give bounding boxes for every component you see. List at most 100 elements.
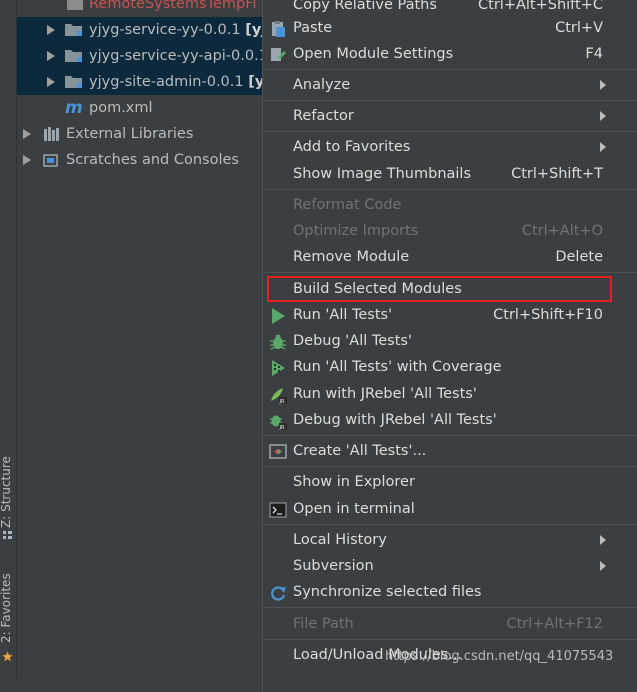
tree-item-scratches[interactable]: Scratches and Consoles <box>17 147 262 173</box>
svg-text:JR: JR <box>279 425 285 430</box>
favorites-tab[interactable]: 2: Favorites <box>0 565 16 670</box>
expand-arrow-icon[interactable] <box>47 51 55 61</box>
menu-item-label: Add to Favorites <box>293 139 411 155</box>
menu-separator <box>263 466 637 467</box>
submenu-arrow-icon <box>600 561 606 571</box>
menu-item-label: Optimize Imports <box>293 223 419 239</box>
terminal-icon <box>269 502 287 518</box>
expand-arrow-icon[interactable] <box>47 77 55 87</box>
menu-item-run-with-jrebel[interactable]: JR Run with JRebel 'All Tests' <box>263 381 637 407</box>
tree-item-label: yjyg-service-yy-0.0.1 [yj <box>89 22 262 38</box>
submenu-arrow-icon <box>600 111 606 121</box>
watermark-text: https://blog.csdn.net/qq_41075543 <box>385 649 614 664</box>
menu-separator <box>263 100 637 101</box>
run-icon <box>272 308 285 324</box>
menu-item-label: Debug with JRebel 'All Tests' <box>293 412 497 428</box>
menu-item-shortcut: Ctrl+Shift+T <box>511 166 603 182</box>
menu-item-paste[interactable]: Paste Ctrl+V <box>263 15 637 41</box>
menu-separator <box>263 435 637 436</box>
highlight-annotation-box <box>267 276 612 302</box>
menu-item-label: Debug 'All Tests' <box>293 333 412 349</box>
structure-tab[interactable]: Z: Structure <box>0 440 16 545</box>
submenu-arrow-icon <box>600 80 606 90</box>
tree-item-label: yjyg-site-admin-0.0.1 [y <box>89 74 262 90</box>
sync-icon <box>271 586 286 601</box>
folder-icon <box>67 0 83 10</box>
menu-item-open-in-terminal[interactable]: Open in terminal <box>263 496 637 522</box>
menu-item-label: Remove Module <box>293 249 410 265</box>
menu-separator <box>263 69 637 70</box>
menu-item-label: Open in terminal <box>293 501 415 517</box>
menu-item-remove-module[interactable]: Remove Module Delete <box>263 244 637 270</box>
expand-arrow-icon[interactable] <box>23 155 31 165</box>
menu-item-label: Analyze <box>293 77 351 93</box>
context-menu: Copy Relative Paths Ctrl+Alt+Shift+C Pas… <box>262 0 637 692</box>
expand-arrow-icon[interactable] <box>47 25 55 35</box>
tree-item-label: pom.xml <box>89 100 153 116</box>
scratches-icon <box>43 154 58 167</box>
star-icon <box>2 651 13 662</box>
menu-item-label: Show in Explorer <box>293 474 415 490</box>
menu-item-synchronize[interactable]: Synchronize selected files <box>263 579 637 605</box>
menu-item-open-module-settings[interactable]: Open Module Settings F4 <box>263 41 637 67</box>
menu-item-label: File Path <box>293 616 354 632</box>
tree-item-label: yjyg-service-yy-api-0.0.1 <box>89 48 262 64</box>
expand-arrow-icon[interactable] <box>23 129 31 139</box>
menu-item-label: Refactor <box>293 108 354 124</box>
maven-m-icon: m <box>65 98 83 118</box>
menu-item-shortcut: Ctrl+V <box>555 20 603 36</box>
menu-item-run-all-tests[interactable]: Run 'All Tests' Ctrl+Shift+F10 <box>263 302 637 328</box>
debug-bug-icon <box>270 334 286 350</box>
menu-item-file-path: File Path Ctrl+Alt+F12 <box>263 611 637 637</box>
menu-item-shortcut: Ctrl+Alt+F12 <box>506 616 603 632</box>
menu-item-refactor[interactable]: Refactor <box>263 103 637 129</box>
submenu-arrow-icon <box>600 142 606 152</box>
menu-item-debug-with-jrebel[interactable]: JR Debug with JRebel 'All Tests' <box>263 407 637 433</box>
structure-icon <box>3 531 12 539</box>
menu-item-debug-all-tests[interactable]: Debug 'All Tests' <box>263 328 637 354</box>
menu-item-show-in-explorer[interactable]: Show in Explorer <box>263 469 637 495</box>
module-settings-icon <box>271 48 286 61</box>
menu-item-label: Run 'All Tests' <box>293 307 393 323</box>
tree-item-remote-systems[interactable]: RemoteSystemsTempFi <box>17 0 262 17</box>
menu-item-label: Run with JRebel 'All Tests' <box>293 386 477 402</box>
menu-item-run-with-coverage[interactable]: Run 'All Tests' with Coverage <box>263 354 637 380</box>
menu-separator <box>263 607 637 608</box>
module-folder-icon <box>65 24 82 36</box>
menu-separator <box>263 524 637 525</box>
menu-item-shortcut: Delete <box>555 249 603 265</box>
menu-separator <box>263 639 637 640</box>
menu-item-subversion[interactable]: Subversion <box>263 553 637 579</box>
menu-item-label: Open Module Settings <box>293 46 454 62</box>
menu-item-label: Synchronize selected files <box>293 584 482 600</box>
menu-item-shortcut: Ctrl+Alt+O <box>521 223 603 239</box>
menu-item-show-image-thumbnails[interactable]: Show Image Thumbnails Ctrl+Shift+T <box>263 161 637 187</box>
create-test-icon <box>269 444 287 459</box>
tree-item-pom[interactable]: m pom.xml <box>17 95 262 121</box>
favorites-tab-label: 2: Favorites <box>0 573 13 643</box>
menu-separator <box>263 272 637 273</box>
menu-item-optimize-imports: Optimize Imports Ctrl+Alt+O <box>263 218 637 244</box>
structure-tab-label: Z: Structure <box>0 456 13 528</box>
menu-item-analyze[interactable]: Analyze <box>263 72 637 98</box>
jrebel-debug-icon: JR <box>270 415 287 430</box>
menu-separator <box>263 131 637 132</box>
menu-item-shortcut: Ctrl+Shift+F10 <box>493 307 603 323</box>
tree-item-external-libraries[interactable]: External Libraries <box>17 121 262 147</box>
submenu-arrow-icon <box>600 535 606 545</box>
left-tool-strip: Z: Structure 2: Favorites <box>0 0 17 679</box>
tree-item-service-yy-api[interactable]: yjyg-service-yy-api-0.0.1 <box>17 43 262 69</box>
library-icon <box>44 127 59 141</box>
menu-item-label: Show Image Thumbnails <box>293 166 472 182</box>
tree-item-site-admin[interactable]: yjyg-site-admin-0.0.1 [y <box>17 69 262 95</box>
menu-item-label: Reformat Code <box>293 197 402 213</box>
menu-item-create-all-tests[interactable]: Create 'All Tests'... <box>263 438 637 464</box>
tree-item-service-yy[interactable]: yjyg-service-yy-0.0.1 [yj <box>17 17 262 43</box>
menu-item-label: Local History <box>293 532 387 548</box>
tree-item-label: External Libraries <box>66 126 194 142</box>
paste-icon <box>272 21 285 37</box>
menu-item-label: Create 'All Tests'... <box>293 443 427 459</box>
menu-item-shortcut: F4 <box>585 46 603 62</box>
menu-item-add-to-favorites[interactable]: Add to Favorites <box>263 134 637 160</box>
menu-item-local-history[interactable]: Local History <box>263 527 637 553</box>
